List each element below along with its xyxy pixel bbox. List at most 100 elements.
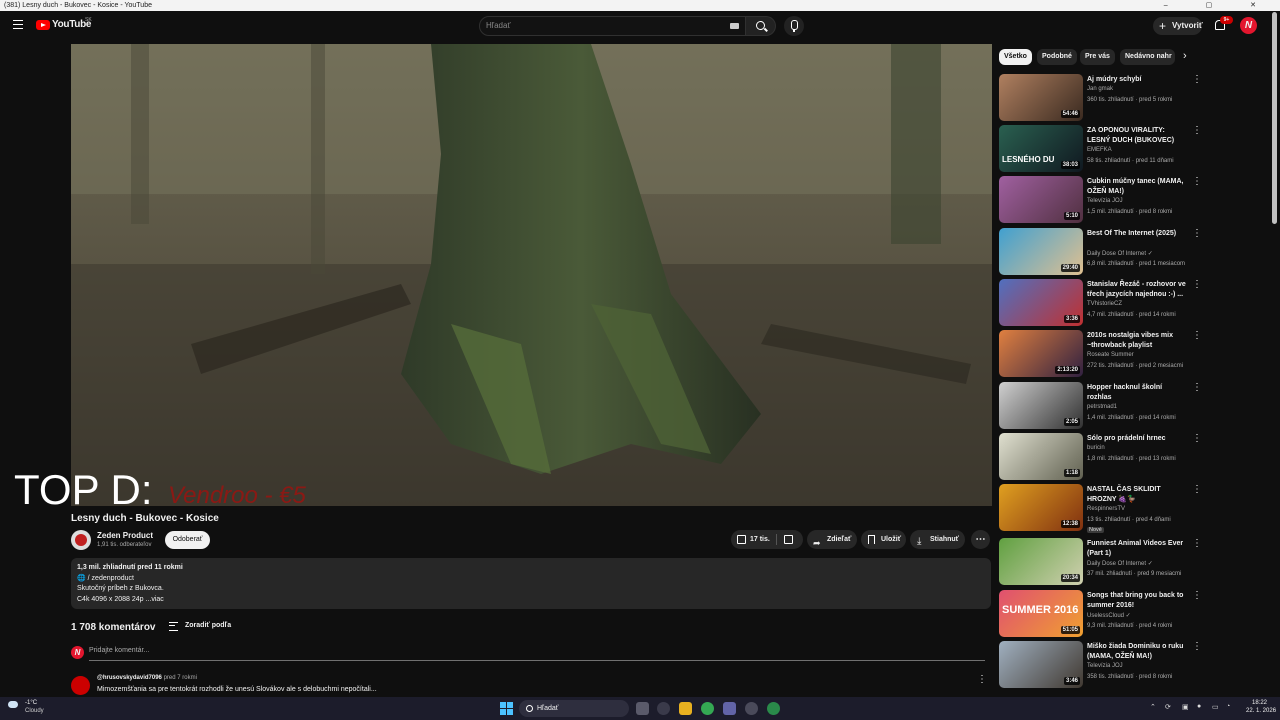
recommendation-item[interactable]: 2:05 Hopper hacknul školní rozhlas petrstm… [999, 382, 1202, 429]
search-box[interactable] [479, 16, 746, 36]
video-thumbnail[interactable]: 1:18 [999, 433, 1083, 480]
recommendation-item[interactable]: 5:10 Cubkin múčny tanec (MAMA, OŽEŇ MA!) T… [999, 176, 1202, 223]
recommendation-title[interactable]: Cubkin múčny tanec (MAMA, OŽEŇ MA!) [1087, 177, 1187, 196]
recommendation-more-icon[interactable]: ⋮ [1192, 641, 1202, 652]
save-button[interactable]: Uložiť [861, 530, 906, 549]
teams-icon[interactable] [723, 702, 736, 715]
account-avatar[interactable]: N [1240, 17, 1257, 34]
tray-app-icon[interactable]: ▣ [1182, 703, 1189, 711]
recommendation-title[interactable]: Songs that bring you back to summer 2016… [1087, 591, 1187, 610]
more-actions-button[interactable]: ⋯ [971, 530, 990, 549]
recommendation-channel[interactable]: buricin [1087, 445, 1105, 451]
recommendation-channel[interactable]: UselessCloud ✓ [1087, 612, 1131, 619]
subscribe-button[interactable]: Odoberať [165, 531, 210, 549]
chip-all[interactable]: Všetko [999, 49, 1032, 65]
recommendation-item[interactable]: SUMMER 2016 51:05 Songs that bring you bac… [999, 590, 1202, 637]
youtube-logo-icon[interactable] [36, 20, 50, 30]
clock-time[interactable]: 18:22 [1252, 700, 1267, 706]
recommendation-channel[interactable]: petrstmad1 [1087, 404, 1117, 410]
channel-name[interactable]: Zeden Product [97, 531, 153, 540]
video-thumbnail[interactable]: 2:05 [999, 382, 1083, 429]
chevron-right-icon[interactable]: › [1183, 50, 1187, 62]
recommendation-more-icon[interactable]: ⋮ [1192, 74, 1202, 85]
page-scrollbar[interactable] [1272, 12, 1277, 224]
video-thumbnail[interactable]: SUMMER 2016 51:05 [999, 590, 1083, 637]
recommendation-item[interactable]: 2:13:20 2010s nostalgia vibes mix ~throwb… [999, 330, 1202, 377]
recommendation-channel[interactable]: Daily Dose Of Internet ✓ [1087, 560, 1153, 567]
video-thumbnail[interactable]: 3:46 [999, 641, 1083, 688]
recommendation-title[interactable]: Funniest Animal Videos Ever (Part 1) [1087, 539, 1187, 558]
recommendation-more-icon[interactable]: ⋮ [1192, 228, 1202, 239]
video-thumbnail[interactable]: LESNÉHO DU 38:03 [999, 125, 1083, 172]
app-icon[interactable] [745, 702, 758, 715]
recommendation-channel[interactable]: Daily Dose Of Internet ✓ [1087, 250, 1153, 257]
recommendation-item[interactable]: 20:34 Funniest Animal Videos Ever (Part 1… [999, 538, 1202, 585]
weather-cloud-icon[interactable] [8, 701, 18, 708]
recommendation-channel[interactable]: Televízia JOJ [1087, 198, 1123, 204]
search-input[interactable] [486, 21, 716, 30]
recommendation-more-icon[interactable]: ⋮ [1192, 433, 1202, 444]
task-view-icon[interactable] [636, 702, 649, 715]
recommendation-more-icon[interactable]: ⋮ [1192, 330, 1202, 341]
wifi-volume-icon[interactable]: ◔ [1226, 703, 1230, 710]
comment-author[interactable]: @hrusovskydavid7096 pred 7 rokmi [97, 675, 197, 681]
recommendation-channel[interactable]: Roseate Summer [1087, 352, 1134, 358]
recommendation-title[interactable]: Miško žiada Dominiku o ruku (MAMA, OŽEŇ … [1087, 642, 1187, 661]
recommendation-more-icon[interactable]: ⋮ [1192, 382, 1202, 393]
video-thumbnail[interactable]: 12:38 [999, 484, 1083, 531]
video-player[interactable] [71, 44, 992, 506]
recommendation-title[interactable]: Best Of The Internet (2025) [1087, 229, 1187, 239]
video-thumbnail[interactable]: 2:13:20 [999, 330, 1083, 377]
add-comment-input[interactable]: Pridajte komentár... [89, 647, 985, 661]
create-button[interactable]: + Vytvoriť [1153, 17, 1203, 35]
tray-mic-icon[interactable]: ● [1197, 703, 1201, 710]
recommendation-item[interactable]: 3:46 Miško žiada Dominiku o ruku (MAMA, O… [999, 641, 1202, 688]
video-thumbnail[interactable]: 29:40 [999, 228, 1083, 275]
channel-avatar[interactable] [71, 530, 91, 550]
recommendation-channel[interactable]: TVhistorieCZ [1087, 301, 1122, 307]
share-button[interactable]: ➦ Zdieľať [807, 530, 857, 549]
browser-icon[interactable] [767, 702, 780, 715]
recommendation-more-icon[interactable]: ⋮ [1192, 176, 1202, 187]
weather-temp[interactable]: -1°C [25, 700, 37, 706]
recommendation-item[interactable]: 54:46 Aj múdry schybí Jan gmak 360 tis. zhl… [999, 74, 1202, 121]
recommendation-item[interactable]: 12:38 NASTAL ČAS SKLIDIT HROZNY 🍇🦆 Respinn… [999, 484, 1202, 533]
video-thumbnail[interactable]: 54:46 [999, 74, 1083, 121]
search-button[interactable] [746, 16, 776, 36]
recommendation-item[interactable]: 1:18 Sólo pro prádelní hrnec buricin 1,8 mi… [999, 433, 1202, 480]
download-button[interactable]: ⤓ Stiahnuť [910, 530, 965, 549]
recommendation-title[interactable]: Hopper hacknul školní rozhlas [1087, 383, 1187, 402]
chip-for-you[interactable]: Pre vás [1080, 49, 1115, 65]
recommendation-title[interactable]: ZA OPONOU VIRALITY: LESNÝ DUCH (BUKOVEC) [1087, 126, 1187, 145]
recommendation-channel[interactable]: Televízia JOJ [1087, 663, 1123, 669]
recommendation-channel[interactable]: Jan gmak [1087, 86, 1113, 92]
video-thumbnail[interactable]: 3:36 [999, 279, 1083, 326]
video-thumbnail[interactable]: 20:34 [999, 538, 1083, 585]
recommendation-title[interactable]: Sólo pro prádelní hrnec [1087, 434, 1187, 444]
recommendation-channel[interactable]: RespinnersTV [1087, 506, 1125, 512]
recommendation-channel[interactable]: EMEFKA [1087, 147, 1112, 153]
taskbar-search[interactable]: Hľadať [519, 700, 629, 717]
thumbs-down-icon[interactable] [784, 535, 793, 544]
recommendation-title[interactable]: 2010s nostalgia vibes mix ~throwback pla… [1087, 331, 1187, 350]
chip-recently-uploaded[interactable]: Nedávno nahr [1120, 49, 1175, 65]
hamburger-menu-icon[interactable] [13, 20, 23, 29]
comment-author-name[interactable]: @hrusovskydavid7096 [97, 675, 162, 681]
file-explorer-icon[interactable] [679, 702, 692, 715]
recommendation-more-icon[interactable]: ⋮ [1192, 125, 1202, 136]
recommendation-more-icon[interactable]: ⋮ [1192, 484, 1202, 495]
recommendation-item[interactable]: LESNÉHO DU 38:03 ZA OPONOU VIRALITY: LESNÝ… [999, 125, 1202, 172]
comment-more-icon[interactable]: ⋮ [977, 674, 987, 685]
tray-chevron-icon[interactable]: ⌃ [1150, 703, 1156, 711]
sort-comments-button[interactable]: Zoradiť podľa [169, 621, 231, 631]
like-count[interactable]: 17 tis. [750, 530, 770, 549]
chrome-icon[interactable] [701, 702, 714, 715]
recommendation-item[interactable]: 3:36 Stanislav Řezáč - rozhovor ve třech … [999, 279, 1202, 326]
recommendation-title[interactable]: Aj múdry schybí [1087, 75, 1187, 85]
window-controls[interactable]: – ▢ ✕ [1164, 0, 1274, 11]
windows-start-icon[interactable] [500, 702, 513, 715]
thumbs-up-icon[interactable] [737, 535, 746, 544]
description-box[interactable]: 1,3 mil. zhliadnutí pred 11 rokmi 🌐 / ze… [71, 558, 991, 609]
recommendation-title[interactable]: Stanislav Řezáč - rozhovor ve třech jazy… [1087, 280, 1187, 299]
recommendation-more-icon[interactable]: ⋮ [1192, 590, 1202, 601]
